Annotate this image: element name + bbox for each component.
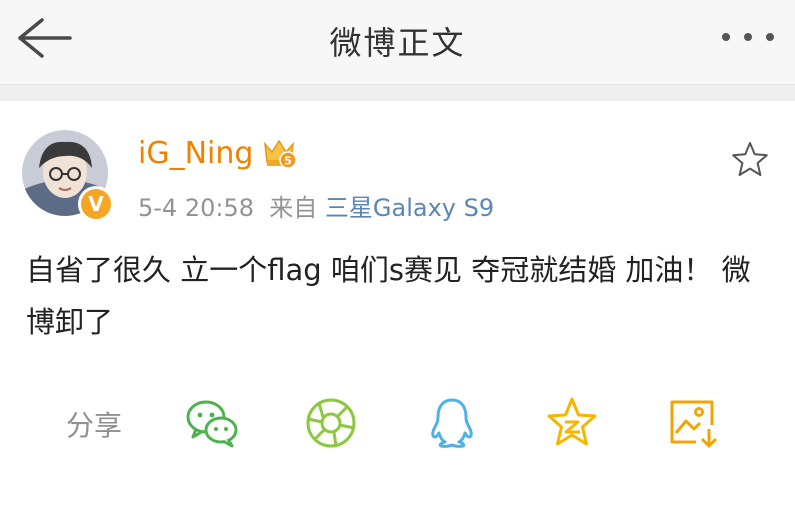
verified-badge-icon: V: [78, 186, 114, 222]
username[interactable]: iG_Ning: [138, 136, 253, 171]
share-label: 分享: [66, 409, 123, 442]
qzone-icon[interactable]: [544, 395, 600, 451]
post-timestamp: 5-4 20:58: [138, 194, 254, 222]
page-title: 微博正文: [329, 24, 466, 62]
moments-icon[interactable]: [303, 395, 359, 451]
avatar[interactable]: V: [22, 130, 114, 222]
source-prefix: 来自: [269, 194, 318, 222]
crown-level-text: 5: [284, 155, 292, 168]
wechat-icon[interactable]: [184, 395, 240, 451]
save-image-icon[interactable]: [666, 395, 722, 451]
favorite-star-icon[interactable]: [730, 140, 770, 180]
post-meta: 5-4 20:58 来自 三星Galaxy S9: [138, 188, 494, 223]
qq-icon[interactable]: [424, 395, 480, 451]
more-dots-icon[interactable]: [720, 26, 776, 48]
top-bar: 微博正文: [0, 0, 795, 84]
post-content: 自省了很久 立一个flag 咱们s赛见 夺冠就结婚 加油！ 微博卸了: [26, 253, 751, 339]
source-device-link[interactable]: 三星Galaxy S9: [325, 194, 494, 222]
section-divider: [0, 84, 795, 101]
crown-badge-icon[interactable]: 5: [262, 136, 296, 170]
